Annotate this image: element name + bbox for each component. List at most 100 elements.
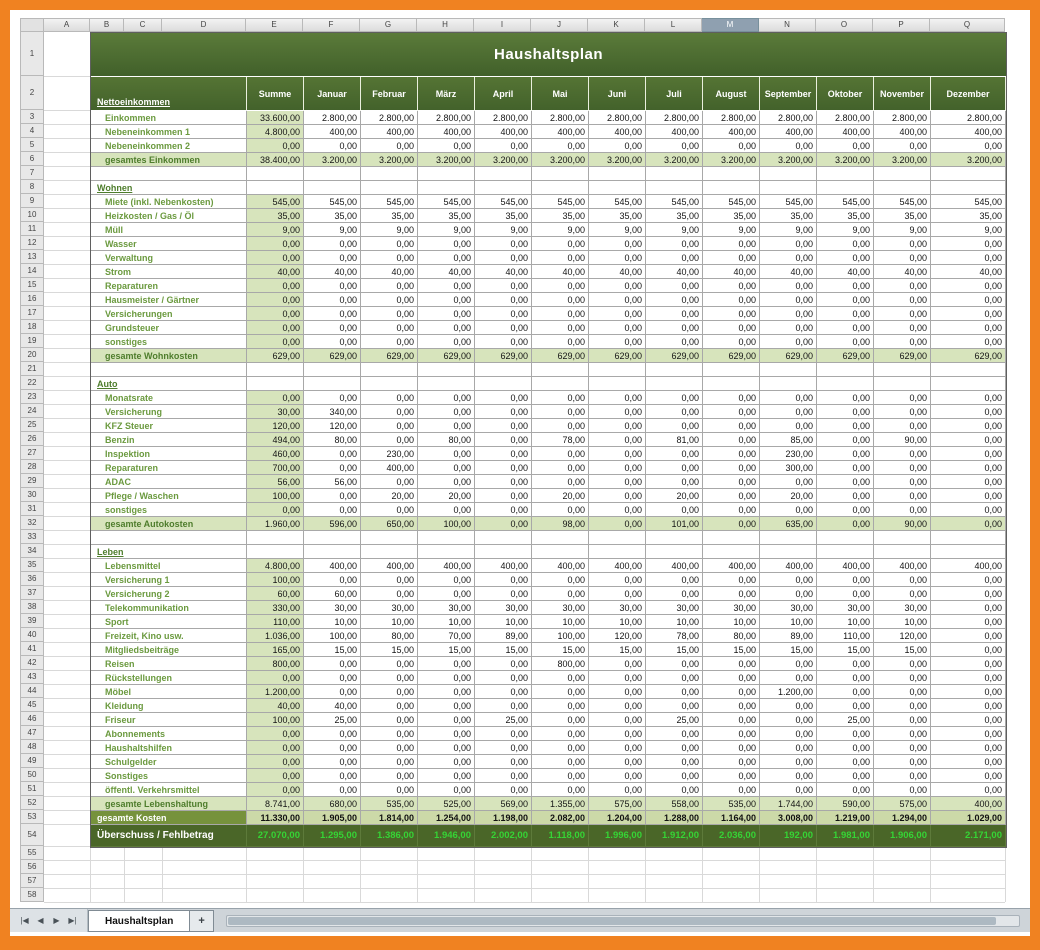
cell-Q7[interactable] bbox=[931, 167, 1006, 181]
cell-Q10[interactable]: 35,00 bbox=[931, 209, 1006, 223]
cell-K3[interactable]: 2.800,00 bbox=[589, 111, 646, 125]
cell-J43[interactable]: 0,00 bbox=[532, 671, 589, 685]
cell-O14[interactable]: 40,00 bbox=[817, 265, 874, 279]
cell-K51[interactable]: 0,00 bbox=[589, 783, 646, 797]
cell-L15[interactable]: 0,00 bbox=[646, 279, 703, 293]
cell-I48[interactable]: 0,00 bbox=[475, 741, 532, 755]
cell-Q50[interactable]: 0,00 bbox=[931, 769, 1006, 783]
column-header-P[interactable]: P bbox=[873, 18, 930, 32]
cell-Q17[interactable]: 0,00 bbox=[931, 307, 1006, 321]
cell-G50[interactable]: 0,00 bbox=[361, 769, 418, 783]
cell-E21[interactable] bbox=[247, 363, 304, 377]
row-header-36[interactable]: 36 bbox=[20, 572, 44, 586]
cell-H39[interactable]: 10,00 bbox=[418, 615, 475, 629]
cell-N51[interactable]: 0,00 bbox=[760, 783, 817, 797]
cell-F17[interactable]: 0,00 bbox=[304, 307, 361, 321]
cell-I32[interactable]: 0,00 bbox=[475, 517, 532, 531]
cell-B29[interactable]: ADAC bbox=[91, 475, 247, 489]
cell-I25[interactable]: 0,00 bbox=[475, 419, 532, 433]
cell-Q54[interactable]: 2.171,00 bbox=[931, 825, 1006, 847]
cell-B50[interactable]: Sonstiges bbox=[91, 769, 247, 783]
cell-B25[interactable]: KFZ Steuer bbox=[91, 419, 247, 433]
cell-L35[interactable]: 400,00 bbox=[646, 559, 703, 573]
cell-F27[interactable]: 0,00 bbox=[304, 447, 361, 461]
cell-L27[interactable]: 0,00 bbox=[646, 447, 703, 461]
row-header-8[interactable]: 8 bbox=[20, 180, 44, 194]
cell-J28[interactable]: 0,00 bbox=[532, 461, 589, 475]
column-header-J[interactable]: J bbox=[531, 18, 588, 32]
cell-I53[interactable]: 1.198,00 bbox=[475, 811, 532, 825]
row-header-17[interactable]: 17 bbox=[20, 306, 44, 320]
cell-N30[interactable]: 20,00 bbox=[760, 489, 817, 503]
cell-F40[interactable]: 100,00 bbox=[304, 629, 361, 643]
cell-E25[interactable]: 120,00 bbox=[247, 419, 304, 433]
cell-E38[interactable]: 330,00 bbox=[247, 601, 304, 615]
cell-G5[interactable]: 0,00 bbox=[361, 139, 418, 153]
cell-E3[interactable]: 33.600,00 bbox=[247, 111, 304, 125]
cell-G30[interactable]: 20,00 bbox=[361, 489, 418, 503]
row-header-19[interactable]: 19 bbox=[20, 334, 44, 348]
cell-M29[interactable]: 0,00 bbox=[703, 475, 760, 489]
cell-E17[interactable]: 0,00 bbox=[247, 307, 304, 321]
row-header-39[interactable]: 39 bbox=[20, 614, 44, 628]
cell-I52[interactable]: 569,00 bbox=[475, 797, 532, 811]
cell-O10[interactable]: 35,00 bbox=[817, 209, 874, 223]
cell-F23[interactable]: 0,00 bbox=[304, 391, 361, 405]
cell-M7[interactable] bbox=[703, 167, 760, 181]
header-august[interactable]: August bbox=[703, 77, 760, 111]
header-mai[interactable]: Mai bbox=[532, 77, 589, 111]
cell-H21[interactable] bbox=[418, 363, 475, 377]
row-header-38[interactable]: 38 bbox=[20, 600, 44, 614]
cell-K28[interactable]: 0,00 bbox=[589, 461, 646, 475]
cell-N36[interactable]: 0,00 bbox=[760, 573, 817, 587]
cell-I47[interactable]: 0,00 bbox=[475, 727, 532, 741]
cell-P21[interactable] bbox=[874, 363, 931, 377]
cell-L45[interactable]: 0,00 bbox=[646, 699, 703, 713]
row-header-31[interactable]: 31 bbox=[20, 502, 44, 516]
cell-B28[interactable]: Reparaturen bbox=[91, 461, 247, 475]
cell-Q41[interactable]: 0,00 bbox=[931, 643, 1006, 657]
cell-E27[interactable]: 460,00 bbox=[247, 447, 304, 461]
cell-P43[interactable]: 0,00 bbox=[874, 671, 931, 685]
cell-L48[interactable]: 0,00 bbox=[646, 741, 703, 755]
cell-M8[interactable] bbox=[703, 181, 760, 195]
row-header-47[interactable]: 47 bbox=[20, 726, 44, 740]
column-header-M[interactable]: M bbox=[702, 18, 759, 32]
cell-P36[interactable]: 0,00 bbox=[874, 573, 931, 587]
cell-L30[interactable]: 20,00 bbox=[646, 489, 703, 503]
cell-G52[interactable]: 535,00 bbox=[361, 797, 418, 811]
cell-L28[interactable]: 0,00 bbox=[646, 461, 703, 475]
cell-E54[interactable]: 27.070,00 bbox=[247, 825, 304, 847]
cell-F30[interactable]: 0,00 bbox=[304, 489, 361, 503]
cell-O16[interactable]: 0,00 bbox=[817, 293, 874, 307]
cell-L8[interactable] bbox=[646, 181, 703, 195]
cell-G17[interactable]: 0,00 bbox=[361, 307, 418, 321]
cell-H19[interactable]: 0,00 bbox=[418, 335, 475, 349]
cell-E34[interactable] bbox=[247, 545, 304, 559]
cell-N9[interactable]: 545,00 bbox=[760, 195, 817, 209]
cell-B26[interactable]: Benzin bbox=[91, 433, 247, 447]
cell-B47[interactable]: Abonnements bbox=[91, 727, 247, 741]
header-juni[interactable]: Juni bbox=[589, 77, 646, 111]
cell-G7[interactable] bbox=[361, 167, 418, 181]
cell-B22[interactable]: Auto bbox=[91, 377, 247, 391]
row-header-50[interactable]: 50 bbox=[20, 768, 44, 782]
cell-I14[interactable]: 40,00 bbox=[475, 265, 532, 279]
cell-N17[interactable]: 0,00 bbox=[760, 307, 817, 321]
cell-B10[interactable]: Heizkosten / Gas / Öl bbox=[91, 209, 247, 223]
cell-B5[interactable]: Nebeneinkommen 2 bbox=[91, 139, 247, 153]
cell-H23[interactable]: 0,00 bbox=[418, 391, 475, 405]
cell-P49[interactable]: 0,00 bbox=[874, 755, 931, 769]
row-header-43[interactable]: 43 bbox=[20, 670, 44, 684]
cell-L36[interactable]: 0,00 bbox=[646, 573, 703, 587]
cell-B42[interactable]: Reisen bbox=[91, 657, 247, 671]
cell-O8[interactable] bbox=[817, 181, 874, 195]
cell-L10[interactable]: 35,00 bbox=[646, 209, 703, 223]
cell-H6[interactable]: 3.200,00 bbox=[418, 153, 475, 167]
cell-I17[interactable]: 0,00 bbox=[475, 307, 532, 321]
column-header-I[interactable]: I bbox=[474, 18, 531, 32]
cell-H41[interactable]: 15,00 bbox=[418, 643, 475, 657]
cell-B30[interactable]: Pflege / Waschen bbox=[91, 489, 247, 503]
cell-E49[interactable]: 0,00 bbox=[247, 755, 304, 769]
cell-N21[interactable] bbox=[760, 363, 817, 377]
